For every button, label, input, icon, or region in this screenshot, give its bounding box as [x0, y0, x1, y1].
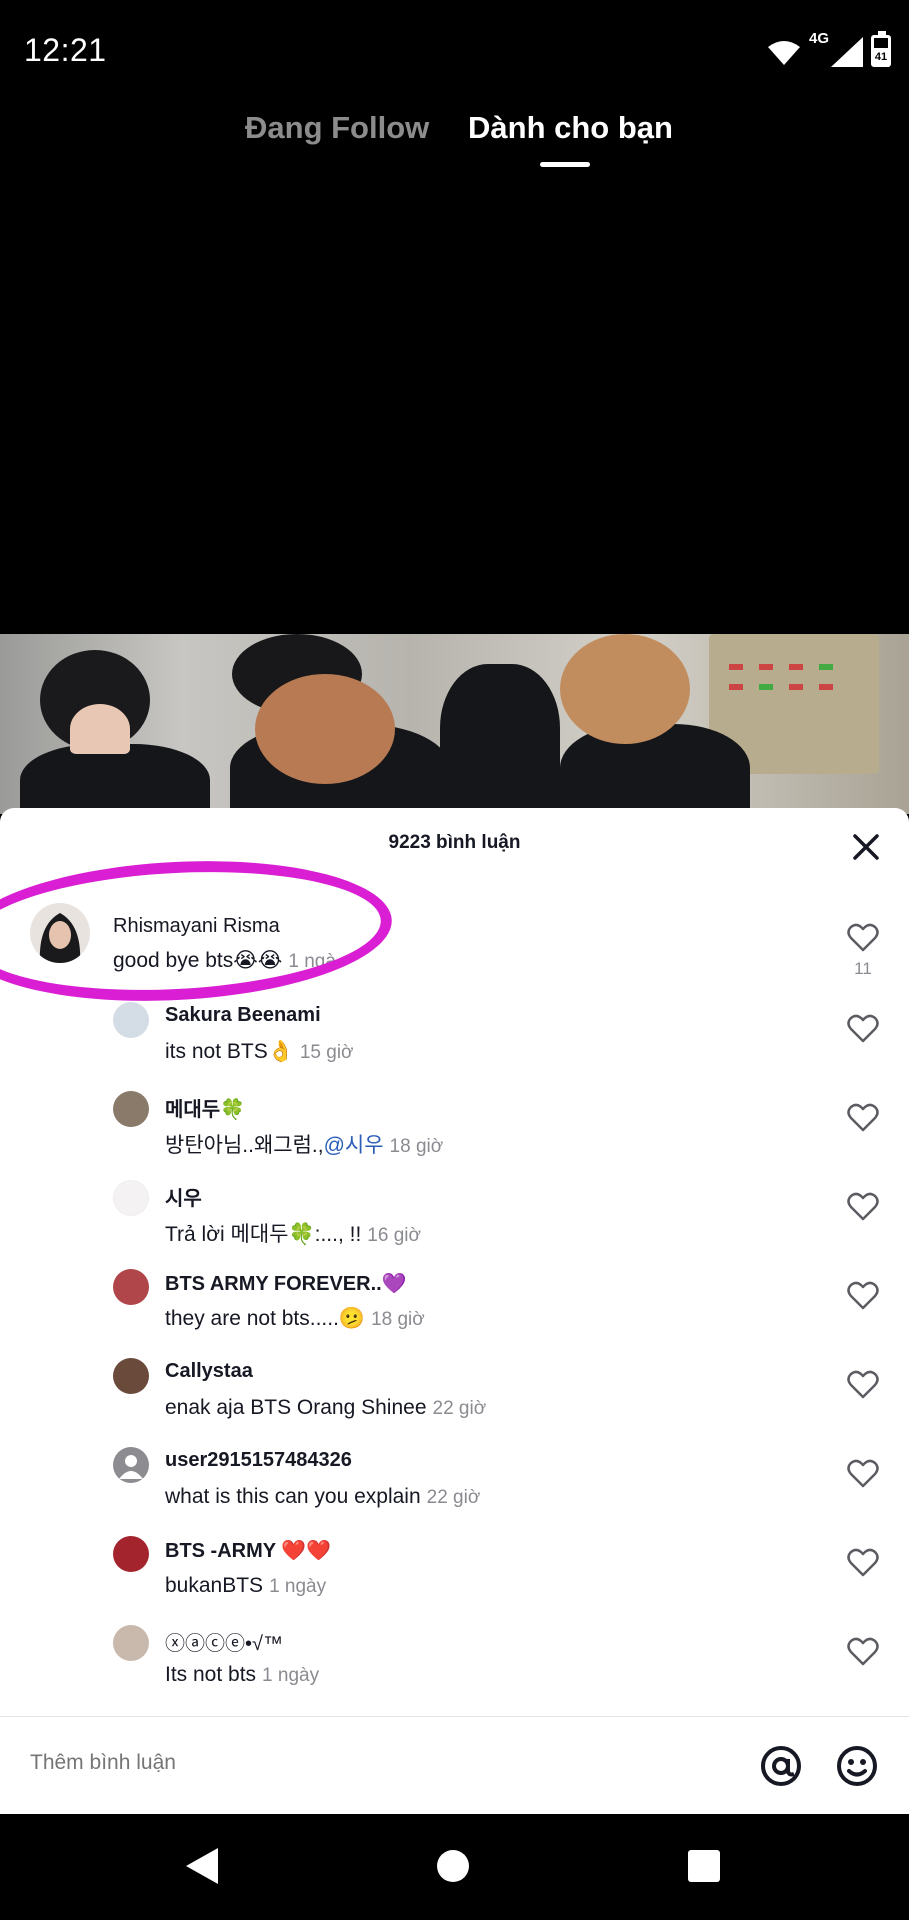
comment-text-row: its not BTS👌 15 giờ [165, 1040, 354, 1064]
comment-username[interactable]: Sakura Beenami [165, 1004, 321, 1027]
status-bar: 12:21 4G 41 [0, 0, 909, 100]
battery-level: 41 [874, 48, 888, 64]
comment-time: 1 ngày [269, 1576, 327, 1597]
comment-text: its not BTS👌 [165, 1040, 294, 1063]
comment-time: 15 giờ [299, 1042, 354, 1063]
comment-username[interactable]: 메대두🍀 [165, 1093, 245, 1122]
default-avatar-icon [119, 1455, 143, 1479]
close-icon[interactable] [851, 832, 881, 862]
home-icon[interactable] [437, 1850, 469, 1882]
comment-input[interactable] [30, 1751, 630, 1775]
comment-text-row: Trả lời 메대두🍀:..., !! 16 giờ [165, 1218, 421, 1248]
reply-item: 시우 Trả lời 메대두🍀:..., !! 16 giờ [0, 1180, 909, 1260]
recents-icon[interactable] [688, 1850, 720, 1882]
heart-icon[interactable] [847, 1637, 879, 1667]
avatar[interactable] [113, 1269, 149, 1305]
reply-item: BTS -ARMY ❤️❤️ bukanBTS 1 ngày [0, 1536, 909, 1616]
reply-item: BTS ARMY FOREVER..💜 they are not bts....… [0, 1269, 909, 1349]
comment-time: 22 giờ [426, 1487, 481, 1508]
reply-item: 메대두🍀 방탄아님..왜그럼.,@시우 18 giờ [0, 1091, 909, 1171]
video-player[interactable] [0, 634, 909, 814]
comment-username[interactable]: BTS ARMY FOREVER..💜 [165, 1271, 407, 1296]
comment-text: enak aja BTS Orang Shinee [165, 1396, 427, 1419]
comment-time: 18 giờ [389, 1136, 444, 1157]
avatar[interactable] [113, 1002, 149, 1038]
video-figure [20, 744, 210, 814]
heart-icon[interactable] [847, 1103, 879, 1133]
comment-username[interactable]: BTS -ARMY ❤️❤️ [165, 1538, 331, 1563]
wifi-icon [767, 41, 800, 65]
avatar[interactable] [113, 1447, 149, 1483]
avatar[interactable] [113, 1536, 149, 1572]
active-tab-indicator [540, 162, 590, 167]
comment-time: 1 ngày [262, 1665, 320, 1686]
heart-icon[interactable] [847, 1459, 879, 1489]
video-figure [255, 674, 395, 784]
comment-text-row: enak aja BTS Orang Shinee 22 giờ [165, 1396, 486, 1420]
comment-text-row: they are not bts.....🫤 18 giờ [165, 1307, 425, 1331]
comment-text: bukanBTS [165, 1574, 264, 1597]
comment-text-row: 방탄아님..왜그럼.,@시우 18 giờ [165, 1129, 443, 1159]
emoji-icon[interactable] [836, 1745, 878, 1787]
comment-text: Its not bts [165, 1663, 257, 1686]
comment-text: what is this can you explain [165, 1485, 421, 1508]
comment-time: 16 giờ [367, 1225, 421, 1246]
avatar[interactable] [113, 1358, 149, 1394]
comment-mention[interactable]: @시우 [324, 1134, 384, 1157]
comment-username[interactable]: Callystaa [165, 1360, 253, 1383]
tab-following[interactable]: Đang Follow [245, 110, 429, 146]
heart-icon[interactable] [847, 1192, 879, 1222]
comment-time: 18 giờ [371, 1309, 425, 1330]
comment-username[interactable]: ⓧⓐⓒⓔ•√™ [165, 1627, 283, 1656]
battery-icon: 41 [871, 31, 891, 67]
system-nav-bar [0, 1814, 909, 1920]
comment-count: 9223 bình luận [388, 832, 521, 853]
comment-time: 22 giờ [432, 1398, 487, 1419]
avatar[interactable] [113, 1180, 149, 1216]
comment-text: they are not bts.....🫤 [165, 1307, 366, 1330]
heart-icon[interactable] [847, 1014, 879, 1044]
tab-for-you[interactable]: Dành cho bạn [468, 110, 673, 146]
reply-to-user[interactable]: 메대두🍀 [231, 1223, 315, 1246]
avatar[interactable] [113, 1625, 149, 1661]
heart-icon[interactable] [847, 1548, 879, 1578]
reply-item: ⓧⓐⓒⓔ•√™ Its not bts 1 ngày [0, 1625, 909, 1705]
comment-text-row: bukanBTS 1 ngày [165, 1574, 326, 1598]
like-count: 11 [854, 959, 872, 978]
reply-item: Callystaa enak aja BTS Orang Shinee 22 gi… [0, 1358, 909, 1438]
status-icons: 4G 41 [767, 30, 891, 67]
heart-icon[interactable] [847, 923, 879, 953]
video-figure [560, 634, 690, 744]
status-time: 12:21 [24, 32, 107, 68]
comment-text: 방탄아님..왜그럼., [165, 1134, 324, 1157]
heart-icon[interactable] [847, 1281, 879, 1311]
comment-text-row: what is this can you explain 22 giờ [165, 1485, 480, 1509]
video-figure [440, 664, 560, 814]
comment-text-row: Its not bts 1 ngày [165, 1663, 319, 1687]
at-icon[interactable] [760, 1745, 802, 1787]
heart-icon[interactable] [847, 1370, 879, 1400]
comment-username[interactable]: 시우 [165, 1182, 202, 1211]
back-icon[interactable] [184, 1846, 220, 1886]
comment-username[interactable]: user2915157484326 [165, 1449, 352, 1472]
comment-input-bar [0, 1716, 909, 1814]
network-type: 4G [808, 30, 829, 47]
signal-icon [831, 37, 863, 67]
reply-prefix: Trả lời [165, 1223, 231, 1246]
feed-tabs: Đang Follow Dành cho bạn [0, 104, 909, 174]
reply-item: Sakura Beenami its not BTS👌 15 giờ [0, 1002, 909, 1082]
reply-item: user2915157484326 what is this can you e… [0, 1447, 909, 1527]
avatar[interactable] [113, 1091, 149, 1127]
comments-sheet: 9223 bình luận Rhismayani Risma good bye… [0, 808, 909, 1814]
comment-text: :..., !! [314, 1223, 362, 1246]
video-figure [70, 704, 130, 754]
